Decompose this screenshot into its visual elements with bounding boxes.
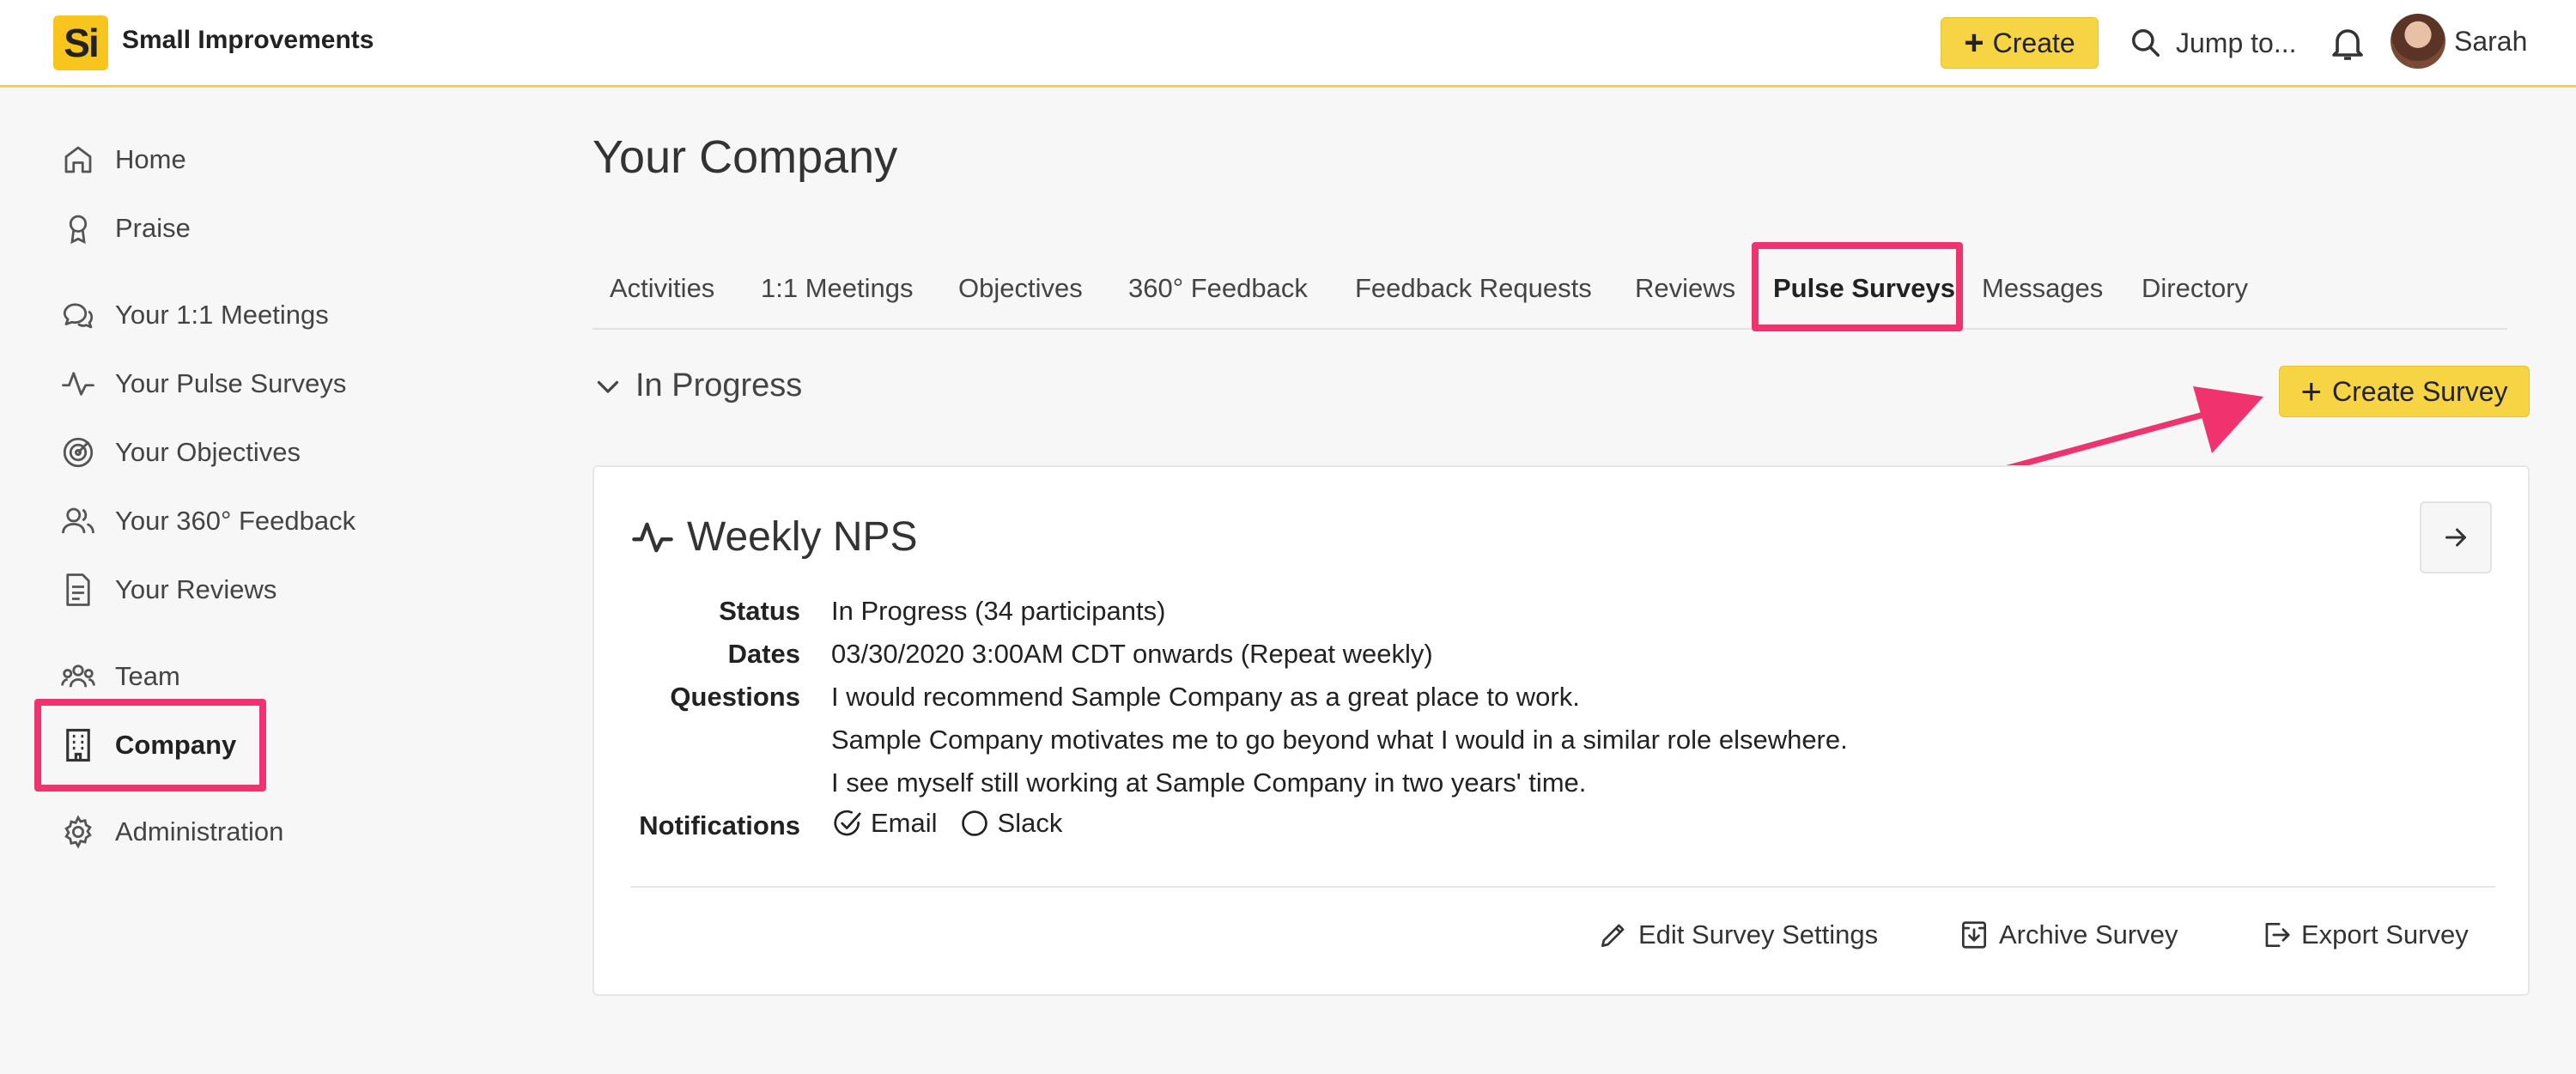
search-icon — [2132, 29, 2160, 57]
sidebar-item-reviews[interactable]: Your Reviews — [60, 564, 276, 616]
sidebar-item-objectives[interactable]: Your Objectives — [60, 427, 301, 478]
sidebar-item-label: Team — [115, 661, 180, 691]
gear-icon — [64, 815, 92, 849]
survey-title-text: Weekly NPS — [687, 514, 918, 560]
edit-survey-settings-button[interactable]: Edit Survey Settings — [1597, 919, 1878, 951]
status-label: Status — [719, 596, 800, 626]
notification-slack: Slack — [958, 807, 1063, 840]
survey-card: Weekly NPS Status In Progress (34 partic… — [592, 465, 2530, 996]
tab-meetings[interactable]: 1:1 Meetings — [761, 273, 914, 304]
empty-circle-icon — [961, 810, 987, 836]
company-highlight-box — [34, 699, 266, 792]
avatar[interactable] — [2391, 14, 2445, 69]
export-survey-label: Export Survey — [2301, 919, 2469, 950]
sidebar-item-label: Administration — [115, 816, 284, 846]
survey-title[interactable]: Weekly NPS — [630, 513, 918, 561]
dates-label: Dates — [727, 639, 800, 669]
jump-to-label: Jump to... — [2176, 27, 2297, 58]
tab-objectives[interactable]: Objectives — [958, 273, 1083, 304]
pulse-icon — [632, 522, 673, 552]
card-divider — [630, 886, 2495, 888]
sidebar-item-meetings[interactable]: Your 1:1 Meetings — [60, 289, 329, 341]
questions-label: Questions — [670, 682, 800, 712]
company-tabs: Activities 1:1 Meetings Objectives 360° … — [592, 258, 2507, 330]
sidebar-item-label: Your Objectives — [115, 437, 301, 467]
notification-email: Email — [831, 807, 938, 840]
tab-directory[interactable]: Directory — [2142, 273, 2248, 304]
team-icon — [61, 664, 95, 688]
sidebar-item-team[interactable]: Team — [60, 651, 180, 702]
target-icon — [63, 437, 94, 468]
section-label: In Progress — [635, 367, 803, 404]
top-bar: Si Small Improvements + Create Jump to..… — [0, 0, 2576, 88]
sidebar-item-label: Your Pulse Surveys — [115, 368, 347, 398]
open-survey-button[interactable] — [2420, 501, 2492, 573]
sidebar-item-label: Your 360° Feedback — [115, 506, 356, 536]
status-value: In Progress (34 participants) — [831, 596, 1166, 626]
notification-slack-label: Slack — [997, 808, 1063, 838]
sidebar-item-label: Your 1:1 Meetings — [115, 300, 329, 330]
award-icon — [69, 215, 88, 245]
pulse-surveys-highlight-box — [1752, 242, 1963, 331]
in-progress-toggle[interactable]: In Progress — [592, 367, 802, 404]
create-survey-label: Create Survey — [2332, 375, 2508, 407]
people-icon — [62, 507, 94, 534]
bell-icon[interactable] — [2327, 22, 2368, 64]
tab-360-feedback[interactable]: 360° Feedback — [1128, 273, 1308, 304]
export-icon — [2265, 922, 2290, 948]
export-survey-button[interactable]: Export Survey — [2260, 919, 2469, 951]
edit-survey-label: Edit Survey Settings — [1638, 919, 1879, 950]
sidebar-item-360-feedback[interactable]: Your 360° Feedback — [60, 495, 355, 547]
chat-icon — [63, 303, 94, 329]
create-button[interactable]: + Create — [1941, 17, 2099, 69]
sidebar-item-praise[interactable]: Praise — [60, 203, 191, 254]
tab-messages[interactable]: Messages — [1982, 273, 2103, 304]
create-survey-button[interactable]: + Create Survey — [2279, 366, 2530, 417]
archive-icon — [1961, 921, 1987, 949]
page-title: Your Company — [592, 131, 898, 183]
archive-survey-button[interactable]: Archive Survey — [1958, 919, 2178, 951]
user-name[interactable]: Sarah — [2454, 26, 2527, 58]
tab-reviews[interactable]: Reviews — [1635, 273, 1735, 304]
sidebar-item-pulse-surveys[interactable]: Your Pulse Surveys — [60, 358, 346, 410]
notifications-label: Notifications — [639, 810, 800, 840]
plus-icon: + — [1964, 24, 1984, 62]
sidebar-item-administration[interactable]: Administration — [60, 806, 283, 858]
create-button-label: Create — [1992, 27, 2075, 58]
notifications-options: Email Slack — [831, 807, 1083, 840]
sidebar-item-label: Your Reviews — [115, 574, 277, 604]
sidebar-item-label: Home — [115, 144, 186, 174]
home-icon — [64, 146, 92, 173]
pulse-icon — [62, 372, 94, 396]
sidebar-item-home[interactable]: Home — [60, 134, 186, 185]
jump-to-search[interactable]: Jump to... — [2129, 17, 2297, 69]
arrow-right-icon — [2445, 528, 2466, 547]
question-item: Sample Company motivates me to go beyond… — [831, 725, 1848, 755]
tab-activities[interactable]: Activities — [610, 273, 714, 304]
sidebar-item-label: Praise — [115, 213, 191, 243]
question-item: I see myself still working at Sample Com… — [831, 768, 1587, 798]
archive-survey-label: Archive Survey — [1999, 919, 2178, 950]
tab-feedback-requests[interactable]: Feedback Requests — [1355, 273, 1592, 304]
question-item: I would recommend Sample Company as a gr… — [831, 682, 1580, 712]
chevron-down-icon — [597, 380, 619, 393]
checked-circle-icon — [834, 810, 861, 836]
brand-name[interactable]: Small Improvements — [122, 26, 374, 55]
document-icon — [66, 573, 90, 606]
dates-value: 03/30/2020 3:00AM CDT onwards (Repeat we… — [831, 639, 1433, 669]
pencil-icon — [1601, 924, 1625, 948]
plus-icon: + — [2300, 371, 2322, 411]
logo[interactable]: Si — [53, 15, 108, 70]
notification-email-label: Email — [871, 808, 938, 838]
